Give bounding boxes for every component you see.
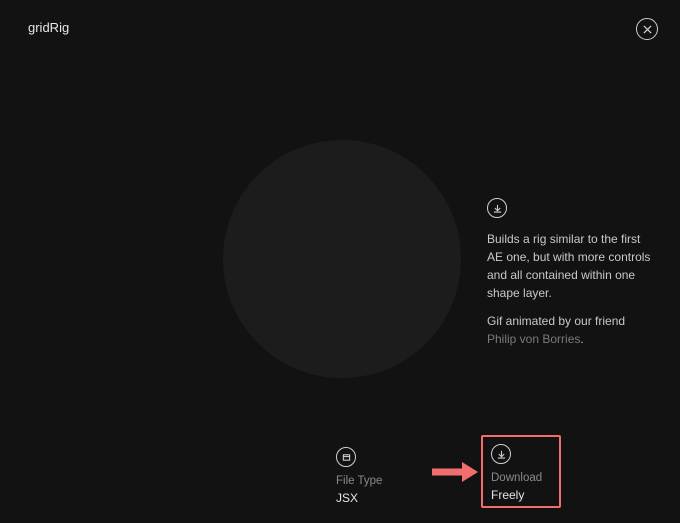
description-text: Builds a rig similar to the first AE one… xyxy=(487,230,652,302)
file-type-value: JSX xyxy=(336,491,451,505)
download-label: Download xyxy=(491,472,553,484)
download-button[interactable]: Download Freely xyxy=(485,438,559,505)
file-type-label: File Type xyxy=(336,475,451,487)
description-block: Builds a rig similar to the first AE one… xyxy=(487,198,652,358)
credit-text: Gif animated by our friend Philip von Bo… xyxy=(487,312,652,348)
preview-art xyxy=(223,140,461,378)
file-type-icon xyxy=(336,447,356,467)
download-icon xyxy=(487,198,507,218)
file-type-block: File Type JSX xyxy=(336,447,451,505)
download-icon xyxy=(491,444,511,464)
page-title: gridRig xyxy=(28,20,69,35)
download-value: Freely xyxy=(491,488,553,502)
close-icon xyxy=(643,25,652,34)
credit-link[interactable]: Philip von Borries xyxy=(487,332,580,346)
close-button[interactable] xyxy=(636,18,658,40)
